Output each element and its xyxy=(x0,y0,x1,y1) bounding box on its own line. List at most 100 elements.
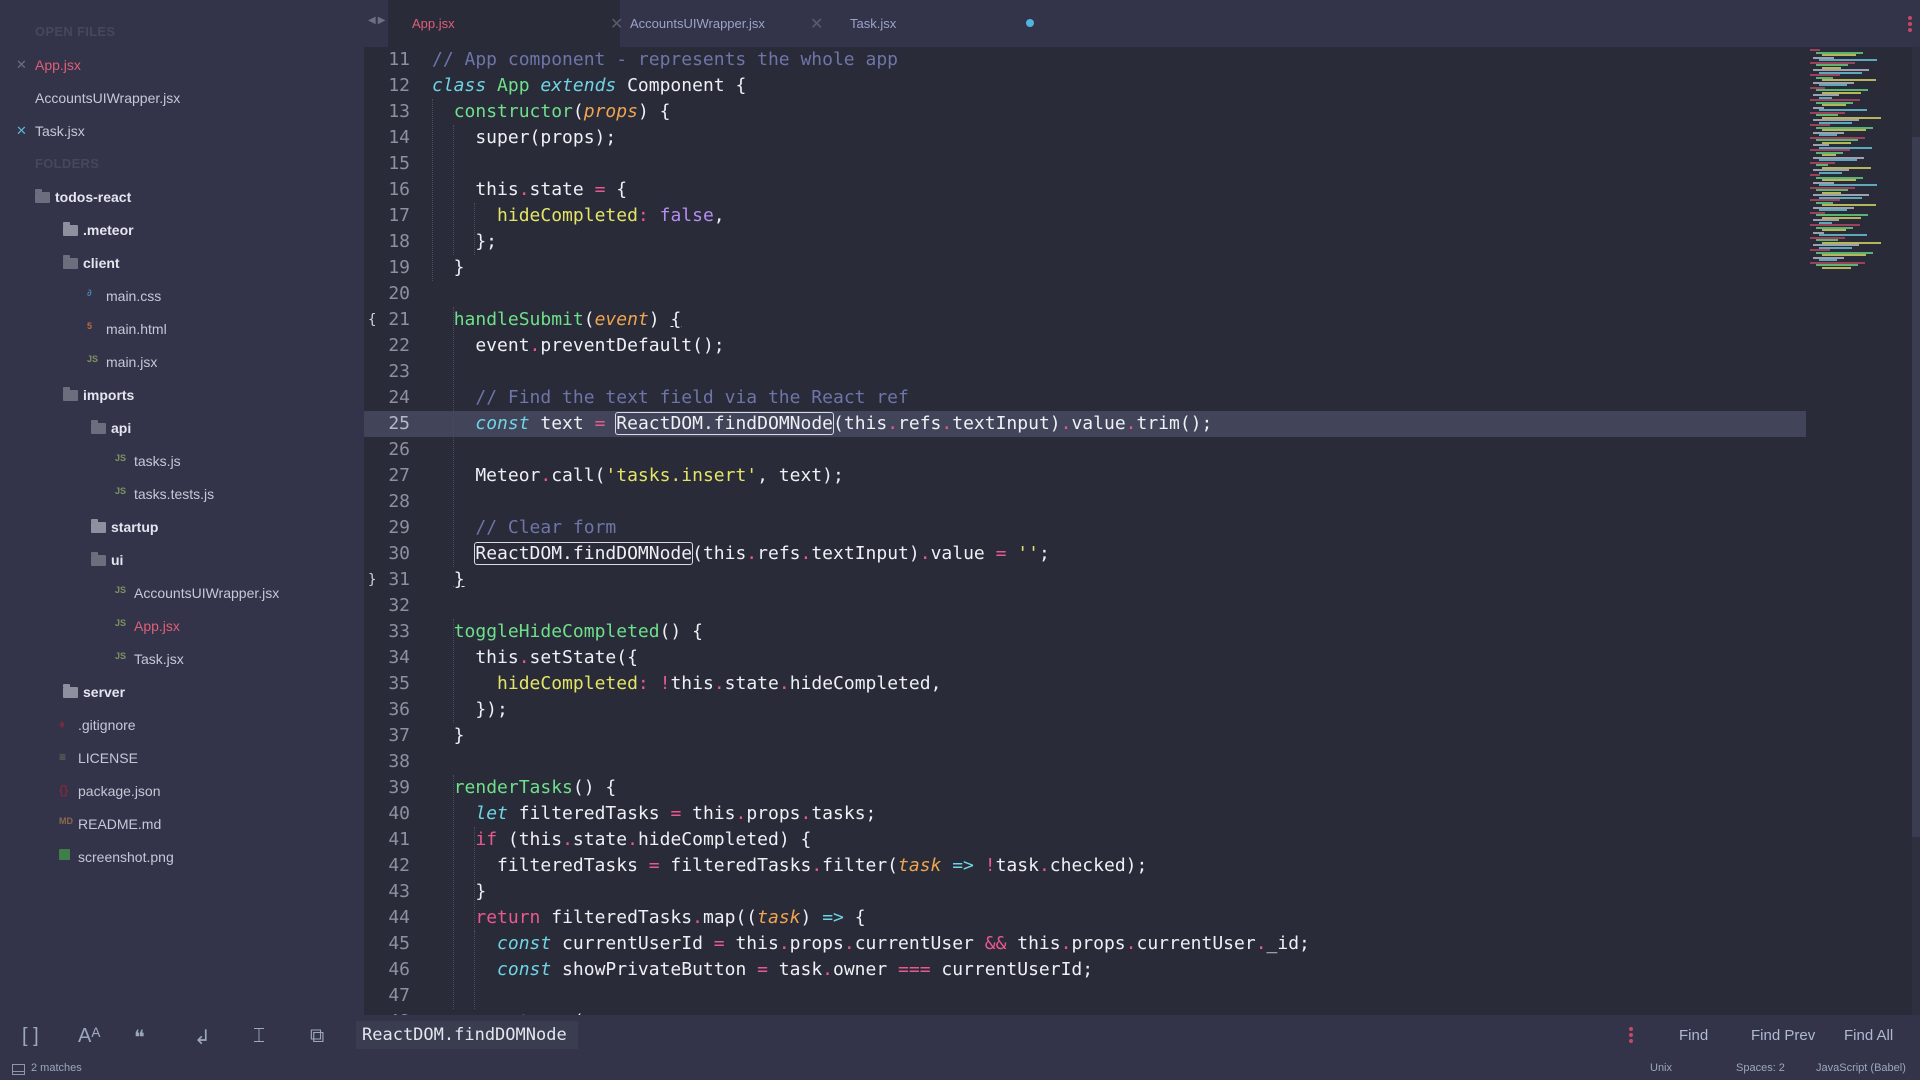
code-line[interactable]: 39 renderTasks() { xyxy=(364,775,1806,801)
regex-toggle-icon[interactable]: [ ] xyxy=(22,1025,39,1048)
tree-file[interactable]: MD README.md xyxy=(0,807,364,840)
tree-folder[interactable]: api xyxy=(0,411,364,444)
code-line[interactable]: 25 const text = ReactDOM.findDOMNode(thi… xyxy=(364,411,1806,437)
highlight-matches-toggle-icon[interactable]: ⧉ xyxy=(310,1025,324,1048)
tree-file[interactable]: JS tasks.tests.js xyxy=(0,477,364,510)
open-file-item[interactable]: ✕ App.jsx xyxy=(0,48,364,81)
line-source: constructor(props) { xyxy=(432,99,671,125)
tree-file[interactable]: 5 main.html xyxy=(0,312,364,345)
code-line[interactable]: 26 xyxy=(364,437,1806,463)
syntax-status[interactable]: JavaScript (Babel) xyxy=(1816,1062,1906,1074)
code-line[interactable]: 11 // App component - represents the whol… xyxy=(364,47,1806,73)
code-token: toggleHideCompleted xyxy=(453,621,660,642)
line-number: 26 xyxy=(388,439,410,460)
code-line[interactable]: 36 }); xyxy=(364,697,1806,723)
code-line[interactable]: 33 toggleHideCompleted() { xyxy=(364,619,1806,645)
code-line[interactable]: 32 xyxy=(364,593,1806,619)
tree-folder[interactable]: client xyxy=(0,246,364,279)
code-line[interactable]: 37 } xyxy=(364,723,1806,749)
code-line[interactable]: 17 hideCompleted: false, xyxy=(364,203,1806,229)
code-line[interactable]: 45 const currentUserId = this.props.curr… xyxy=(364,931,1806,957)
tree-folder[interactable]: .meteor xyxy=(0,213,364,246)
tree-file[interactable]: ≡ LICENSE xyxy=(0,741,364,774)
tree-folder[interactable]: ui xyxy=(0,543,364,576)
tree-folder[interactable]: server xyxy=(0,675,364,708)
code-line[interactable]: 42 filteredTasks = filteredTasks.filter(… xyxy=(364,853,1806,879)
code-line[interactable]: 15 xyxy=(364,151,1806,177)
code-line[interactable]: 30 ReactDOM.findDOMNode(this.refs.textIn… xyxy=(364,541,1806,567)
in-selection-toggle-icon[interactable]: ⌶ xyxy=(253,1025,265,1048)
tree-file[interactable]: JS AccountsUIWrapper.jsx xyxy=(0,576,364,609)
code-line[interactable]: 16 this.state = { xyxy=(364,177,1806,203)
code-line[interactable]: 20 xyxy=(364,281,1806,307)
code-line[interactable]: 14 super(props); xyxy=(364,125,1806,151)
line-number: 33 xyxy=(388,621,410,642)
open-file-item[interactable]: ✕ Task.jsx xyxy=(0,114,364,147)
find-button[interactable]: Find xyxy=(1679,1027,1708,1044)
code-line[interactable]: 28 xyxy=(364,489,1806,515)
code-line[interactable]: 34 this.setState({ xyxy=(364,645,1806,671)
code-line[interactable]: 38 xyxy=(364,749,1806,775)
code-editor[interactable]: 11 // App component - represents the whol… xyxy=(364,47,1806,1015)
case-sensitive-toggle-icon[interactable]: Aᴬ xyxy=(78,1025,100,1048)
code-line[interactable]: 23 xyxy=(364,359,1806,385)
tab-task-jsx[interactable]: Task.jsx xyxy=(840,0,1060,47)
tree-file[interactable]: screenshot.png xyxy=(0,840,364,873)
code-token: ; xyxy=(1038,543,1050,564)
code-line[interactable]: 22 event.preventDefault(); xyxy=(364,333,1806,359)
whole-word-toggle-icon[interactable]: ❝ xyxy=(134,1025,145,1050)
tree-file[interactable]: {} package.json xyxy=(0,774,364,807)
tree-item-label: tasks.js xyxy=(134,452,181,469)
panel-toggle-icon[interactable] xyxy=(12,1064,25,1075)
tree-file[interactable]: JS tasks.js xyxy=(0,444,364,477)
code-line[interactable]: 19 } xyxy=(364,255,1806,281)
code-token: ) { xyxy=(637,101,671,122)
indentation-status[interactable]: Spaces: 2 xyxy=(1736,1062,1785,1074)
code-line[interactable]: 12 class App extends Component { xyxy=(364,73,1806,99)
code-line[interactable]: 44 return filteredTasks.map((task) => { xyxy=(364,905,1806,931)
tab-nav-arrows[interactable]: ◀▶ xyxy=(368,15,387,26)
find-options-icon[interactable] xyxy=(1629,1027,1633,1045)
open-file-item[interactable]: AccountsUIWrapper.jsx xyxy=(0,81,364,114)
js-file-icon: JS xyxy=(115,585,127,595)
tab-accountsuiwrapper-jsx[interactable]: AccountsUIWrapper.jsx ✕ xyxy=(620,0,840,47)
close-file-icon[interactable]: ✕ xyxy=(16,57,27,73)
tab-menu-icon[interactable] xyxy=(1908,16,1912,34)
line-endings-status[interactable]: Unix xyxy=(1650,1062,1672,1074)
code-line[interactable]: 27 Meteor.call('tasks.insert', text); xyxy=(364,463,1806,489)
code-line[interactable]: 40 let filteredTasks = this.props.tasks; xyxy=(364,801,1806,827)
wrap-toggle-icon[interactable]: ↲ xyxy=(194,1025,211,1050)
code-line[interactable]: 41 if (this.state.hideCompleted) { xyxy=(364,827,1806,853)
tree-file[interactable]: JS App.jsx xyxy=(0,609,364,642)
tab-app-jsx[interactable]: App.jsx ✕ xyxy=(388,0,623,47)
code-line[interactable]: 47 xyxy=(364,983,1806,1009)
line-source: renderTasks() { xyxy=(432,775,617,801)
code-line[interactable]: 46 const showPrivateButton = task.owner … xyxy=(364,957,1806,983)
tree-file[interactable]: JS main.jsx xyxy=(0,345,364,378)
tree-file[interactable]: JS Task.jsx xyxy=(0,642,364,675)
tree-folder[interactable]: startup xyxy=(0,510,364,543)
find-prev-button[interactable]: Find Prev xyxy=(1751,1027,1815,1044)
code-line[interactable]: {21 handleSubmit(event) { xyxy=(364,307,1806,333)
code-line[interactable]: 13 constructor(props) { xyxy=(364,99,1806,125)
tree-file[interactable]: ∂ main.css xyxy=(0,279,364,312)
code-line[interactable]: 35 hideCompleted: !this.state.hideComple… xyxy=(364,671,1806,697)
line-source: hideCompleted: false, xyxy=(432,203,725,229)
close-file-icon[interactable]: ✕ xyxy=(16,123,27,139)
scrollbar-thumb[interactable] xyxy=(1912,137,1920,837)
code-line[interactable]: 43 } xyxy=(364,879,1806,905)
code-line[interactable]: 29 // Clear form xyxy=(364,515,1806,541)
code-line[interactable]: } 31 } xyxy=(364,567,1806,593)
code-line[interactable]: 24 // Find the text field via the React … xyxy=(364,385,1806,411)
find-all-button[interactable]: Find All xyxy=(1844,1027,1893,1044)
find-input[interactable] xyxy=(356,1021,578,1049)
code-token: this xyxy=(681,803,736,824)
tree-folder[interactable]: todos-react xyxy=(0,180,364,213)
tree-folder[interactable]: imports xyxy=(0,378,364,411)
tree-file[interactable]: ♦ .gitignore xyxy=(0,708,364,741)
minimap[interactable] xyxy=(1806,47,1912,277)
vertical-scrollbar[interactable] xyxy=(1912,47,1920,1015)
code-token: textInput) xyxy=(811,543,920,564)
tab-close-icon[interactable]: ✕ xyxy=(810,14,823,34)
code-line[interactable]: 18 }; xyxy=(364,229,1806,255)
